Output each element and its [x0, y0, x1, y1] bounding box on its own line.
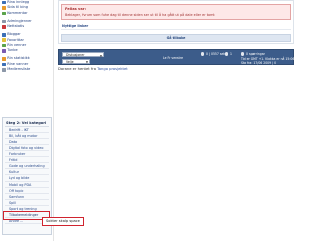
stats-icon	[2, 25, 6, 29]
sidebar-item-label: Tunbe	[7, 48, 18, 53]
chevron-down-icon: ▼	[99, 53, 102, 58]
list-icon	[2, 67, 6, 72]
useful-links-heading: Nyttige linker	[62, 24, 89, 28]
sidebar-item-label: Medlemsliste	[7, 67, 31, 72]
error-message-text: Beklager, fvrum som fuhe dag til denne s…	[65, 12, 215, 17]
sidebar-item-label: Nettstatis	[7, 24, 25, 29]
message-panel: Fellas var: Beklager, fvrum som fuhe dag…	[58, 0, 294, 44]
category-title: Steg 2: Vel kategori	[6, 120, 47, 125]
go-back-button[interactable]: Gå tilbake	[61, 34, 291, 42]
tango-project-link[interactable]: Tango prosjektet	[97, 67, 128, 71]
tube-icon	[2, 49, 6, 53]
database-icon	[241, 52, 245, 56]
page-icon	[2, 6, 6, 10]
error-box: Fellas var: Beklager, fvrum som fuhe dag…	[61, 4, 291, 20]
style-select-value: Velje	[66, 59, 74, 64]
toolbar-center-text: Le Fr venstre	[163, 55, 183, 60]
sidebar-item-label: Kommentar	[7, 10, 28, 15]
clock-icon	[201, 52, 205, 56]
category-list: Bedrift - IKT Bil, båt og motor Data Dig…	[3, 126, 50, 224]
footer-credit: Dorane er hentet fra Tango prosjektet	[58, 67, 128, 71]
toolbar-right-sub: Sta fra: 17/06 2009 | 0	[241, 60, 277, 65]
sidebar: Rina innlegg Sida til bing Kommentar Adm…	[0, 0, 84, 241]
error-message: Beklager, fvrum som fuhe dag til denne s…	[65, 13, 215, 17]
toolbar-stat-1: 0 | 0557 sek	[206, 52, 226, 56]
people-icon	[2, 62, 6, 67]
friends-icon	[2, 43, 6, 48]
sidebar-item-11[interactable]: Medlemsliste	[2, 67, 52, 72]
forum-select[interactable]: Diskusjoner ▼	[62, 52, 104, 58]
chevron-down-icon: ▼	[85, 60, 88, 65]
blog-icon	[2, 33, 6, 37]
bottom-toolbar: Diskusjoner ▼ Velje ▼ Le Fr venstre 0 | 05…	[58, 49, 295, 65]
toolbar-stat-3: 0 spørringar	[246, 52, 265, 56]
user-icon	[225, 52, 229, 56]
divider	[61, 29, 291, 30]
admin-icon	[2, 19, 6, 24]
chart-icon	[2, 57, 6, 61]
error-title: Fellas var:	[65, 6, 87, 11]
post-icon	[2, 0, 6, 5]
forum-select-value: Diskusjoner	[66, 53, 85, 57]
comment-icon	[2, 11, 6, 16]
main-content: Fellas var: Beklager, fvrum som fuhe dag…	[58, 0, 300, 241]
style-select[interactable]: Velje ▼	[62, 58, 90, 65]
go-back-label: Gå tilbake	[166, 35, 186, 40]
toolbar-stat-2: 1	[230, 52, 232, 56]
sidebar-nav: Rina innlegg Sida til bing Kommentar Adm…	[2, 0, 52, 72]
footer-prefix: Dorane er hentet fra	[58, 67, 98, 71]
star-icon	[2, 38, 6, 43]
